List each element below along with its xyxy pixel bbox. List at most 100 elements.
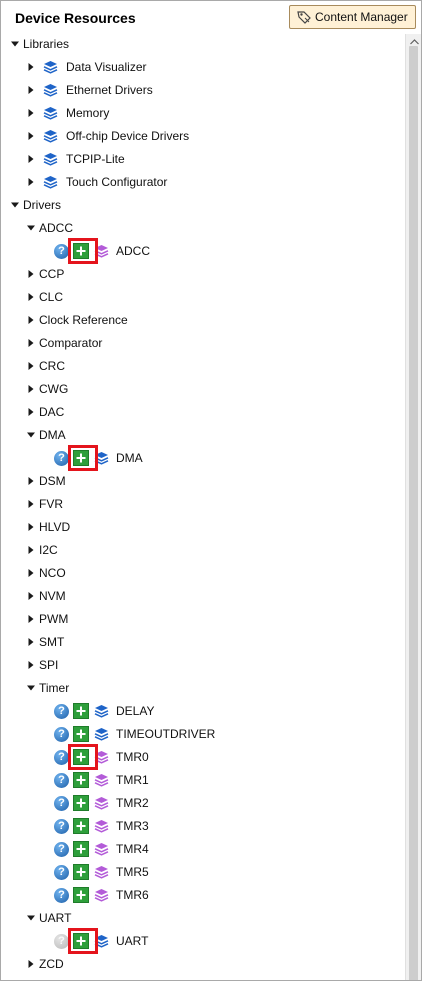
- module-item[interactable]: ? TMR5: [54, 861, 149, 883]
- tree-node-libraries[interactable]: Libraries: [11, 33, 69, 55]
- tree-node-driver[interactable]: SMT: [27, 631, 64, 653]
- help-icon[interactable]: ?: [54, 726, 69, 742]
- module-item[interactable]: ? TMR1: [54, 769, 149, 791]
- module-item[interactable]: ? TMR4: [54, 838, 149, 860]
- add-plus-icon[interactable]: [73, 772, 89, 788]
- tree-node-driver[interactable]: CCP: [27, 263, 64, 285]
- tree-node-uart[interactable]: UART: [27, 907, 71, 929]
- expanded-arrow-icon[interactable]: [27, 914, 35, 922]
- add-plus-icon[interactable]: [73, 841, 89, 857]
- module-item[interactable]: ? TMR2: [54, 792, 149, 814]
- collapsed-arrow-icon[interactable]: [27, 339, 35, 347]
- library-item[interactable]: Touch Configurator: [27, 171, 167, 193]
- add-plus-icon[interactable]: [73, 703, 89, 719]
- library-item[interactable]: Data Visualizer: [27, 56, 146, 78]
- collapsed-arrow-icon[interactable]: [27, 109, 35, 117]
- help-icon[interactable]: ?: [54, 703, 69, 719]
- tree-node-driver[interactable]: Comparator: [27, 332, 102, 354]
- tree-node-uart-label: UART: [39, 911, 72, 925]
- content-manager-button[interactable]: Content Manager: [289, 5, 416, 29]
- collapsed-arrow-icon[interactable]: [27, 155, 35, 163]
- expanded-arrow-icon[interactable]: [11, 201, 19, 209]
- expanded-arrow-icon[interactable]: [27, 224, 35, 232]
- tree-node-drivers[interactable]: Drivers: [11, 194, 61, 216]
- library-item[interactable]: Off-chip Device Drivers: [27, 125, 189, 147]
- collapsed-arrow-icon[interactable]: [27, 523, 35, 531]
- library-item[interactable]: Ethernet Drivers: [27, 79, 153, 101]
- collapsed-arrow-icon[interactable]: [27, 546, 35, 554]
- blue-stack-icon: [93, 726, 109, 742]
- tree-node-driver[interactable]: DAC: [27, 401, 64, 423]
- module-item[interactable]: ? DELAY: [54, 700, 154, 722]
- tree-node-driver[interactable]: PWM: [27, 608, 68, 630]
- help-icon[interactable]: ?: [54, 772, 69, 788]
- collapsed-arrow-icon[interactable]: [27, 132, 35, 140]
- collapsed-arrow-icon[interactable]: [27, 592, 35, 600]
- collapsed-arrow-icon[interactable]: [27, 638, 35, 646]
- tree-node-driver[interactable]: FVR: [27, 493, 63, 515]
- library-item-label: Data Visualizer: [66, 60, 147, 74]
- collapsed-arrow-icon[interactable]: [27, 615, 35, 623]
- add-plus-icon[interactable]: [73, 726, 89, 742]
- collapsed-arrow-icon[interactable]: [27, 362, 35, 370]
- expanded-arrow-icon[interactable]: [11, 40, 19, 48]
- collapsed-arrow-icon[interactable]: [27, 270, 35, 278]
- collapsed-arrow-icon[interactable]: [27, 500, 35, 508]
- tree-node-driver[interactable]: I2C: [27, 539, 58, 561]
- tree-node-driver[interactable]: DSM: [27, 470, 66, 492]
- panel-title: Device Resources: [15, 10, 136, 26]
- blue-stack-icon: [93, 703, 109, 719]
- collapsed-arrow-icon[interactable]: [27, 63, 35, 71]
- collapsed-arrow-icon[interactable]: [27, 178, 35, 186]
- tree-node-zcd[interactable]: ZCD: [27, 953, 64, 975]
- tree-node-driver[interactable]: NVM: [27, 585, 66, 607]
- vertical-scrollbar[interactable]: [405, 34, 421, 980]
- tree-node-driver[interactable]: CLC: [27, 286, 63, 308]
- help-icon[interactable]: ?: [54, 450, 69, 466]
- library-stack-icon: [42, 105, 58, 121]
- help-icon[interactable]: ?: [54, 749, 69, 765]
- help-icon[interactable]: ?: [54, 795, 69, 811]
- help-icon[interactable]: ?: [54, 841, 69, 857]
- collapsed-arrow-icon[interactable]: [27, 477, 35, 485]
- collapsed-arrow-icon[interactable]: [27, 316, 35, 324]
- collapsed-arrow-icon[interactable]: [27, 960, 35, 968]
- collapsed-arrow-icon[interactable]: [27, 293, 35, 301]
- collapsed-arrow-icon[interactable]: [27, 661, 35, 669]
- collapsed-arrow-icon[interactable]: [27, 408, 35, 416]
- help-icon[interactable]: ?: [54, 243, 69, 259]
- library-item[interactable]: TCPIP-Lite: [27, 148, 125, 170]
- collapsed-arrow-icon[interactable]: [27, 86, 35, 94]
- help-icon[interactable]: ?: [54, 818, 69, 834]
- module-item[interactable]: ? TMR3: [54, 815, 149, 837]
- collapsed-arrow-icon[interactable]: [27, 385, 35, 393]
- add-plus-icon[interactable]: [73, 818, 89, 834]
- module-item[interactable]: ? TMR6: [54, 884, 149, 906]
- tree-node-driver[interactable]: NCO: [27, 562, 66, 584]
- tree-node-driver-label: SPI: [39, 658, 59, 672]
- tree-node-driver[interactable]: Clock Reference: [27, 309, 128, 331]
- help-icon[interactable]: ?: [54, 887, 69, 903]
- highlight-box: [68, 744, 98, 770]
- help-icon[interactable]: ?: [54, 864, 69, 880]
- tree-node-driver-label: Comparator: [39, 336, 103, 350]
- add-plus-icon[interactable]: [73, 795, 89, 811]
- tree-node-driver[interactable]: CWG: [27, 378, 68, 400]
- tree-node-driver[interactable]: CRC: [27, 355, 65, 377]
- help-icon: ?: [54, 933, 69, 949]
- add-plus-icon[interactable]: [73, 887, 89, 903]
- expanded-arrow-icon[interactable]: [27, 431, 35, 439]
- scrollbar-thumb[interactable]: [409, 46, 418, 980]
- tree-node-driver[interactable]: HLVD: [27, 516, 70, 538]
- tree-node-libraries-label: Libraries: [23, 37, 70, 51]
- module-item[interactable]: ? TIMEOUTDRIVER: [54, 723, 215, 745]
- tree-node-adcc[interactable]: ADCC: [27, 217, 73, 239]
- add-plus-icon[interactable]: [73, 864, 89, 880]
- tree-node-dma[interactable]: DMA: [27, 424, 66, 446]
- collapsed-arrow-icon[interactable]: [27, 569, 35, 577]
- expanded-arrow-icon[interactable]: [27, 684, 35, 692]
- tree-node-driver[interactable]: SPI: [27, 654, 58, 676]
- library-item[interactable]: Memory: [27, 102, 109, 124]
- library-stack-icon: [42, 82, 58, 98]
- tree-node-timer[interactable]: Timer: [27, 677, 69, 699]
